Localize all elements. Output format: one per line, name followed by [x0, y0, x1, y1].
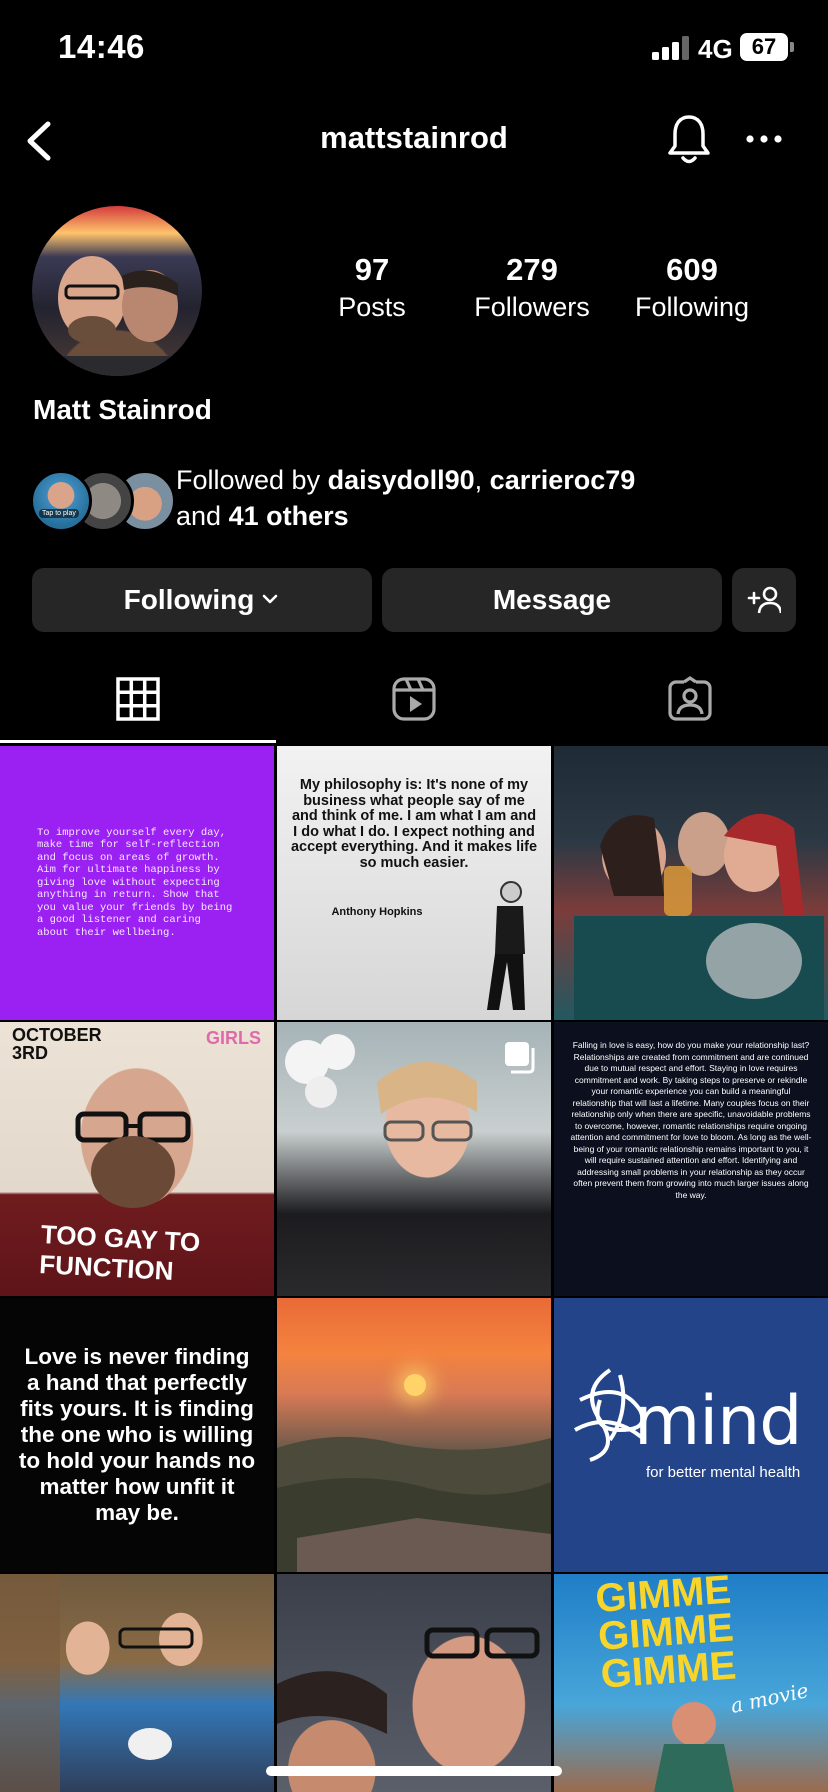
mutual-follower-2[interactable]: carrieroc79	[490, 465, 636, 495]
reels-tab-icon[interactable]	[391, 676, 437, 722]
post-tile[interactable]: OCTOBER 3RD GIRLS TOO GAY TO FUNCTION	[0, 1022, 274, 1296]
mutual-follower-1[interactable]: daisydoll90	[328, 465, 475, 495]
post-tile[interactable]	[277, 1022, 551, 1296]
post-quote-text: My philosophy is: It's none of my busine…	[290, 777, 538, 871]
posts-count[interactable]: 97 Posts	[292, 252, 452, 323]
battery-tip	[790, 42, 794, 52]
more-options-icon[interactable]	[746, 134, 782, 144]
posts-count-value: 97	[354, 252, 390, 287]
active-tab-indicator	[0, 740, 276, 743]
following-count-label: Following	[634, 292, 750, 322]
post-tile[interactable]	[277, 1574, 551, 1792]
profile-avatar[interactable]	[32, 206, 202, 376]
post-tile[interactable]	[554, 746, 828, 1020]
followers-count-value: 279	[506, 252, 558, 287]
followed-by-separator: ,	[474, 465, 490, 495]
tagged-tab-icon[interactable]	[667, 676, 713, 722]
followers-count[interactable]: 279 Followers	[452, 252, 612, 323]
post-girls-text: GIRLS	[206, 1028, 262, 1048]
post-photo-friends	[574, 812, 824, 1020]
message-button-label: Message	[492, 584, 612, 615]
suggested-users-button[interactable]	[732, 568, 796, 632]
post-quote-author: Anthony Hopkins	[331, 906, 423, 918]
following-count-value: 609	[666, 252, 718, 287]
post-tile[interactable]: Love is never finding a hand that perfec…	[0, 1298, 274, 1572]
message-button[interactable]: Message	[382, 568, 722, 632]
post-photo-landscape	[277, 1436, 551, 1572]
status-time: 14:46	[58, 28, 145, 65]
post-photo-two-men	[0, 1574, 194, 1792]
following-button-label: Following	[123, 584, 255, 615]
post-photo-selfie	[277, 1627, 540, 1734]
tap-to-play-label: Tap to play	[39, 509, 79, 518]
followed-by-and: and	[176, 501, 229, 531]
bell-icon[interactable]	[665, 112, 713, 166]
post-caption-text: Falling in love is easy, how do you make…	[570, 1040, 812, 1200]
post-caption-text: To improve yourself every day, make time…	[37, 826, 233, 939]
posts-count-label: Posts	[338, 292, 406, 322]
home-indicator[interactable]	[266, 1766, 562, 1776]
followed-by-text[interactable]: Followed by daisydoll90, carrieroc79 and…	[176, 462, 635, 534]
network-type: 4G	[698, 34, 733, 64]
add-person-icon	[747, 586, 781, 614]
post-date-text: OCTOBER 3RD	[12, 1025, 102, 1063]
post-shirt-text: TOO GAY TO FUNCTION	[38, 1219, 201, 1287]
cellular-signal-icon	[652, 36, 689, 60]
post-movie-title: GIMME GIMME GIMME	[594, 1574, 738, 1697]
following-count[interactable]: 609 Following	[612, 252, 772, 323]
chevron-down-icon	[263, 594, 278, 604]
followed-by-prefix: Followed by	[176, 465, 328, 495]
mutual-others[interactable]: 41 others	[229, 501, 349, 531]
profile-display-name: Matt Stainrod	[33, 394, 212, 425]
post-tile[interactable]	[277, 1298, 551, 1572]
grid-tab-icon[interactable]	[115, 676, 161, 722]
avatar-photo	[32, 256, 202, 376]
post-tile[interactable]: GIMME GIMME GIMME a movie	[554, 1574, 828, 1792]
mind-wordmark: mind	[634, 1382, 802, 1461]
post-tile[interactable]: mind for better mental health	[554, 1298, 828, 1572]
post-quote-text: Love is never finding a hand that perfec…	[18, 1344, 256, 1525]
carousel-icon	[505, 1042, 535, 1074]
mutual-avatar-1[interactable]: Tap to play	[30, 470, 92, 532]
sun-shape	[404, 1374, 426, 1396]
post-tile[interactable]: Falling in love is easy, how do you make…	[554, 1022, 828, 1296]
post-photo-scooter	[654, 1702, 734, 1792]
battery-icon: 67	[740, 33, 788, 61]
mind-tagline: for better mental health	[646, 1464, 801, 1481]
post-tile[interactable]	[0, 1574, 274, 1792]
post-tile[interactable]: My philosophy is: It's none of my busine…	[277, 746, 551, 1020]
following-button[interactable]: Following	[32, 568, 372, 632]
followers-count-label: Followers	[474, 292, 590, 322]
seated-man-figure	[487, 881, 525, 1010]
post-tile[interactable]: To improve yourself every day, make time…	[0, 746, 274, 1020]
